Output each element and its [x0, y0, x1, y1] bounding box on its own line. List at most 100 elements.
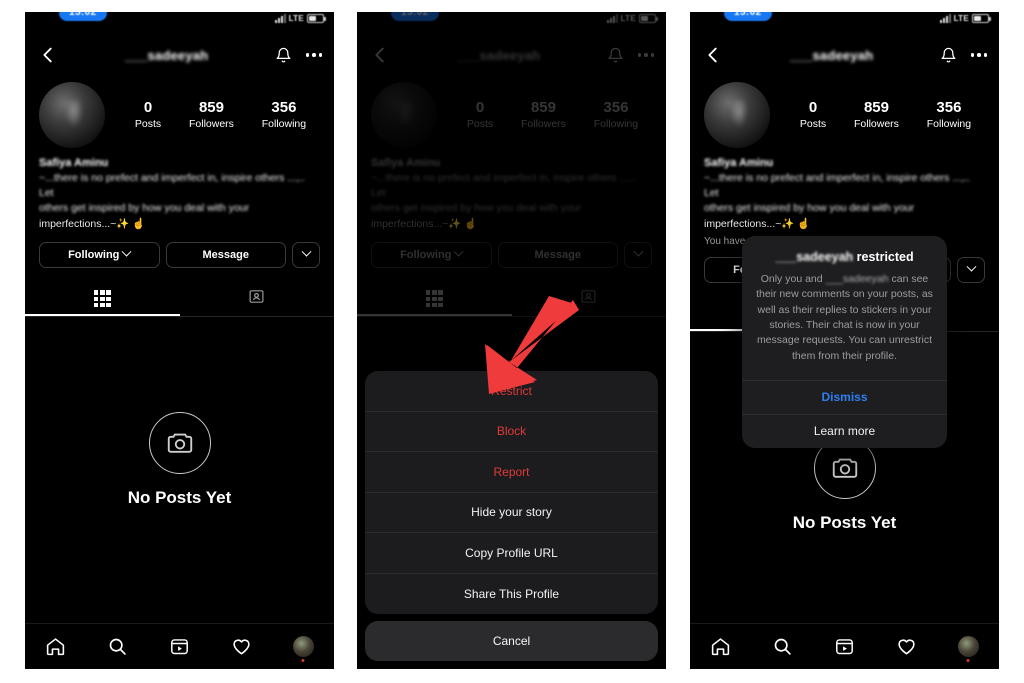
back-chevron-icon[interactable]	[37, 44, 59, 66]
profile-action-buttons: Following Message	[25, 232, 334, 268]
more-options-icon[interactable]	[970, 53, 987, 57]
notification-bell-icon[interactable]	[940, 47, 957, 64]
stat-followers[interactable]: 859 Followers	[189, 99, 234, 132]
stat-following[interactable]: 356 Following	[927, 99, 971, 132]
empty-state: No Posts Yet	[25, 412, 334, 508]
tab-tagged[interactable]	[180, 282, 335, 316]
notification-bell-icon[interactable]	[275, 47, 292, 64]
profile-avatar-icon[interactable]	[957, 636, 979, 657]
nav-actions	[940, 47, 987, 64]
following-button[interactable]: Following	[39, 241, 160, 268]
phone-screenshot-3: 15:02 LTE ___sadeeyah 0 Posts 859 Follow…	[690, 12, 999, 669]
action-cancel[interactable]: Cancel	[365, 621, 658, 661]
stat-following[interactable]: 356 Following	[262, 99, 306, 132]
grid-icon	[93, 290, 111, 308]
action-hide-your-story[interactable]: Hide your story	[365, 493, 658, 533]
stat-value: 0	[143, 98, 153, 116]
tab-grid[interactable]	[25, 282, 180, 316]
chevron-down-icon	[301, 247, 311, 257]
bio-line-2: others get inspired by how you deal with…	[704, 202, 915, 215]
stat-label: Followers	[853, 118, 899, 131]
status-bar: 15:02 LTE	[690, 12, 999, 34]
profile-avatar-icon[interactable]	[292, 636, 314, 657]
profile-bio: Safiya Aminu ~...there is no prefect and…	[25, 148, 334, 232]
stat-value: 356	[271, 98, 297, 116]
home-icon[interactable]	[45, 636, 66, 657]
profile-header: 0 Posts 859 Followers 356 Following	[25, 76, 334, 148]
bio-line-1: ~...there is no prefect and imperfect in…	[39, 172, 305, 200]
network-label: LTE	[288, 14, 304, 23]
profile-username: ___sadeeyah	[790, 47, 874, 63]
search-icon[interactable]	[772, 636, 793, 657]
profile-stats: 0 Posts 859 Followers 356 Following	[770, 99, 985, 132]
profile-tabs	[25, 282, 334, 316]
stat-label: Followers	[188, 118, 234, 131]
bio-line-3: imperfections...~✨ ☝	[704, 217, 811, 230]
heart-icon[interactable]	[231, 636, 252, 657]
stat-value: 0	[808, 98, 818, 116]
dismiss-button[interactable]: Dismiss	[742, 379, 947, 414]
reels-icon[interactable]	[834, 636, 855, 657]
stat-value: 356	[936, 98, 962, 116]
stat-posts[interactable]: 0 Posts	[800, 99, 826, 132]
action-share-this-profile[interactable]: Share This Profile	[365, 574, 658, 615]
heart-icon[interactable]	[896, 636, 917, 657]
bottom-navigation	[690, 623, 999, 669]
restricted-alert-dialog: ___sadeeyah restricted Only you and ___s…	[742, 236, 947, 448]
battery-icon	[307, 14, 326, 23]
stat-posts[interactable]: 0 Posts	[135, 99, 161, 132]
profile-display-name: Safiya Aminu	[704, 157, 774, 169]
action-restrict[interactable]: Restrict	[365, 371, 658, 412]
nav-actions	[275, 47, 322, 64]
following-label: Following	[68, 248, 120, 261]
action-sheet: Restrict Block Report Hide your story Co…	[365, 371, 658, 661]
avatar[interactable]	[704, 82, 770, 148]
top-nav-bar: ___sadeeyah	[690, 34, 999, 76]
more-actions-button[interactable]	[957, 256, 985, 283]
avatar[interactable]	[39, 82, 105, 148]
screenshot-stage: 15:02 LTE ___sadeeyah 0 Posts 859 Follow…	[0, 0, 1024, 683]
tabs-divider	[25, 315, 334, 317]
action-block[interactable]: Block	[365, 412, 658, 452]
more-options-icon[interactable]	[305, 53, 322, 57]
status-indicators: LTE	[274, 14, 326, 23]
bio-line-3: imperfections...~✨ ☝	[39, 217, 146, 230]
message-button[interactable]: Message	[165, 241, 286, 268]
alert-title-username: ___sadeeyah	[775, 250, 854, 264]
more-actions-button[interactable]	[292, 241, 320, 268]
alert-title: ___sadeeyah restricted	[742, 236, 947, 272]
home-icon[interactable]	[710, 636, 731, 657]
stat-label: Following	[926, 118, 972, 131]
reels-icon[interactable]	[169, 636, 190, 657]
profile-stats: 0 Posts 859 Followers 356 Following	[105, 99, 320, 132]
action-sheet-group: Restrict Block Report Hide your story Co…	[365, 371, 658, 614]
back-chevron-icon[interactable]	[702, 44, 724, 66]
network-label: LTE	[953, 14, 969, 23]
chevron-down-icon	[121, 247, 132, 257]
message-label: Message	[202, 248, 249, 261]
tagged-person-icon	[248, 288, 265, 310]
status-bar: 15:02 LTE	[25, 12, 334, 34]
empty-state-label: No Posts Yet	[792, 513, 897, 532]
search-icon[interactable]	[107, 636, 128, 657]
empty-state-label: No Posts Yet	[127, 488, 232, 507]
bottom-navigation	[25, 623, 334, 669]
status-indicators: LTE	[939, 14, 991, 23]
action-report[interactable]: Report	[365, 452, 658, 493]
phone-screenshot-1: 15:02 LTE ___sadeeyah 0 Posts 859 Follow…	[25, 12, 334, 669]
profile-bio: Safiya Aminu ~...there is no prefect and…	[690, 148, 999, 247]
signal-bars-icon	[939, 14, 951, 23]
bio-line-1: ~...there is no prefect and imperfect in…	[704, 172, 970, 200]
battery-icon	[972, 14, 991, 23]
action-copy-profile-url[interactable]: Copy Profile URL	[365, 533, 658, 574]
stat-value: 859	[198, 98, 224, 116]
alert-body: Only you and ___sadeeyah can see their n…	[756, 273, 933, 362]
profile-display-name: Safiya Aminu	[39, 157, 109, 169]
profile-username: ___sadeeyah	[125, 47, 209, 63]
empty-state: No Posts Yet	[690, 437, 999, 533]
stat-followers[interactable]: 859 Followers	[854, 99, 899, 132]
alert-title-suffix: restricted	[853, 250, 914, 264]
learn-more-button[interactable]: Learn more	[742, 413, 947, 448]
profile-header: 0 Posts 859 Followers 356 Following	[690, 76, 999, 148]
stat-label: Posts	[134, 118, 162, 131]
